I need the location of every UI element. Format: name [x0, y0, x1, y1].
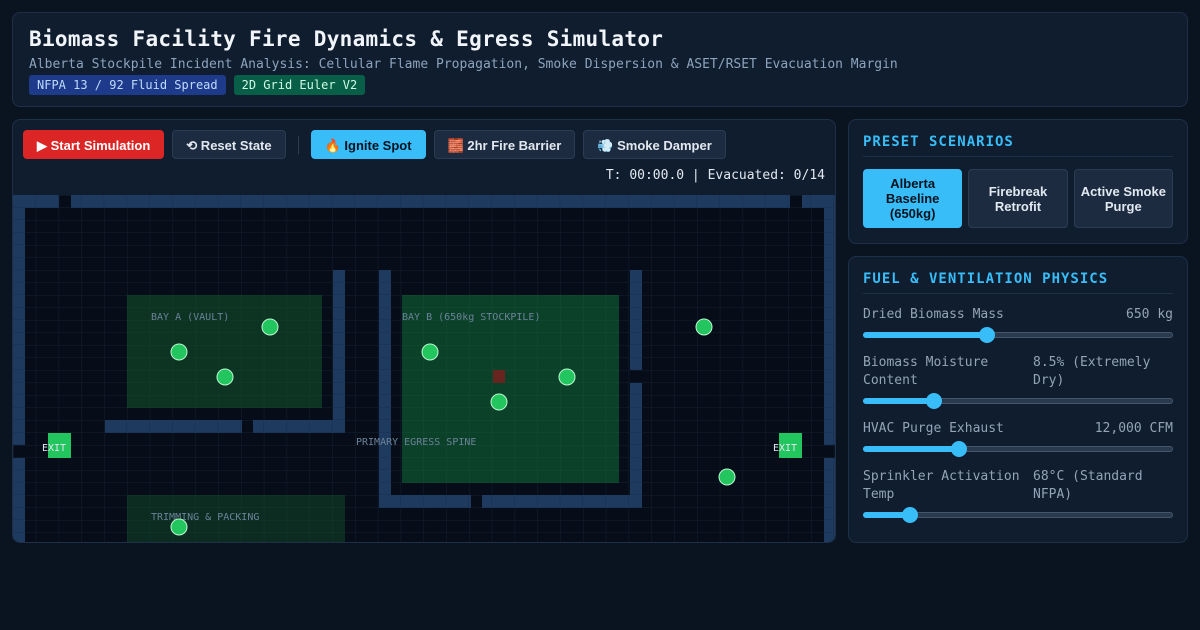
biomass-mass-slider[interactable] — [863, 327, 1173, 343]
param-value: 68°C (Standard NFPA) — [1033, 469, 1143, 502]
wall-bay-b-bottom-left — [379, 495, 471, 508]
header: Biomass Facility Fire Dynamics & Egress … — [12, 12, 1188, 107]
page-subtitle: Alberta Stockpile Incident Analysis: Cel… — [29, 57, 898, 72]
occupant — [558, 368, 576, 386]
moisture-slider[interactable] — [863, 393, 1173, 409]
wall-right-upper — [824, 208, 835, 445]
page-title: Biomass Facility Fire Dynamics & Egress … — [29, 27, 664, 51]
param-biomass-mass: Dried Biomass Mass 650 kg — [863, 306, 1173, 343]
slider-thumb[interactable] — [901, 507, 918, 523]
param-value: 650 kg — [1126, 307, 1173, 322]
wall-top-main — [71, 195, 790, 208]
reset-state-button[interactable]: ⟲ Reset State — [172, 130, 286, 159]
exit-right-label: EXIT — [773, 443, 797, 454]
wall-left-upper — [13, 208, 25, 445]
simulation-panel: ▶ Start Simulation ⟲ Reset State 🔥 Ignit… — [12, 119, 836, 543]
wall-left-lower — [13, 458, 25, 542]
wall-bay-a-bottom-left — [105, 420, 242, 433]
wall-bay-b-left — [379, 270, 391, 508]
wall-bay-a-bottom-right — [253, 420, 345, 433]
param-moisture: Biomass Moisture Content 8.5% (Extremely… — [863, 354, 1173, 409]
label-bay-b: BAY B (650kg STOCKPILE) — [402, 312, 540, 323]
slider-thumb[interactable] — [979, 327, 995, 343]
occupant — [718, 468, 736, 486]
param-value: 8.5% (Extremely Dry) — [1033, 355, 1151, 388]
start-simulation-button[interactable]: ▶ Start Simulation — [23, 130, 165, 159]
label-trimming: TRIMMING & PACKING — [151, 512, 259, 523]
hvac-slider[interactable] — [863, 441, 1173, 457]
param-hvac: HVAC Purge Exhaust 12,000 CFM — [863, 420, 1173, 457]
preset-scenarios-card: PRESET SCENARIOS Alberta Baseline (650kg… — [848, 119, 1188, 244]
label-bay-a: BAY A (VAULT) — [151, 312, 229, 323]
occupant — [490, 393, 508, 411]
facility-map[interactable]: EXIT EXIT BAY A (VAULT) BAY B (650kg STO… — [13, 195, 836, 543]
param-label: Dried Biomass Mass — [863, 307, 1004, 322]
physics-title: FUEL & VENTILATION PHYSICS — [863, 271, 1173, 294]
toolbar-divider — [297, 135, 299, 154]
param-sprinkler: Sprinkler Activation Temp 68°C (Standard… — [863, 468, 1173, 523]
occupant — [170, 343, 188, 361]
wall-top-left — [13, 195, 59, 208]
param-label: Sprinkler Activation Temp — [863, 469, 1020, 502]
smoke-damper-button[interactable]: 💨 Smoke Damper — [583, 130, 726, 159]
preset-list: Alberta Baseline (650kg) Firebreak Retro… — [863, 169, 1173, 228]
slider-thumb[interactable] — [926, 393, 943, 409]
wall-bay-b-right-upper — [630, 270, 642, 370]
occupant — [261, 318, 279, 336]
param-value: 12,000 CFM — [1094, 421, 1173, 436]
occupant — [170, 518, 188, 536]
param-label: HVAC Purge Exhaust — [863, 421, 1004, 436]
occupant — [216, 368, 234, 386]
occupant — [695, 318, 713, 336]
simulation-status: T: 00:00.0 | Evacuated: 0/14 — [605, 168, 825, 183]
toolbar: ▶ Start Simulation ⟲ Reset State 🔥 Ignit… — [23, 130, 726, 159]
sprinkler-slider[interactable] — [863, 507, 1173, 523]
occupant — [421, 343, 439, 361]
tag-list: NFPA 13 / 92 Fluid Spread 2D Grid Euler … — [29, 75, 1171, 95]
ignite-spot-button[interactable]: 🔥 Ignite Spot — [310, 130, 426, 159]
wall-top-right — [802, 195, 835, 208]
preset-active-smoke-purge[interactable]: Active Smoke Purge — [1073, 169, 1173, 228]
wall-bay-b-bottom-right — [482, 495, 642, 508]
fire-barrier-button[interactable]: 🧱 2hr Fire Barrier — [433, 130, 576, 159]
wall-right-lower — [824, 458, 835, 542]
wall-bay-a-right — [333, 270, 345, 433]
ignition-point — [493, 370, 505, 383]
exit-left-label: EXIT — [42, 443, 66, 454]
label-egress-spine: PRIMARY EGRESS SPINE — [356, 437, 476, 448]
zone-bay-b — [402, 295, 619, 483]
tag-fluid-spread: NFPA 13 / 92 Fluid Spread — [29, 75, 226, 95]
preset-firebreak-retrofit[interactable]: Firebreak Retrofit — [968, 169, 1068, 228]
slider-thumb[interactable] — [951, 441, 968, 457]
preset-alberta-baseline[interactable]: Alberta Baseline (650kg) — [863, 169, 963, 228]
preset-scenarios-title: PRESET SCENARIOS — [863, 134, 1173, 157]
physics-card: FUEL & VENTILATION PHYSICS Dried Biomass… — [848, 256, 1188, 543]
tag-grid-euler: 2D Grid Euler V2 — [233, 75, 366, 95]
wall-bay-b-right-lower — [630, 383, 642, 508]
param-label: Biomass Moisture Content — [863, 355, 989, 388]
